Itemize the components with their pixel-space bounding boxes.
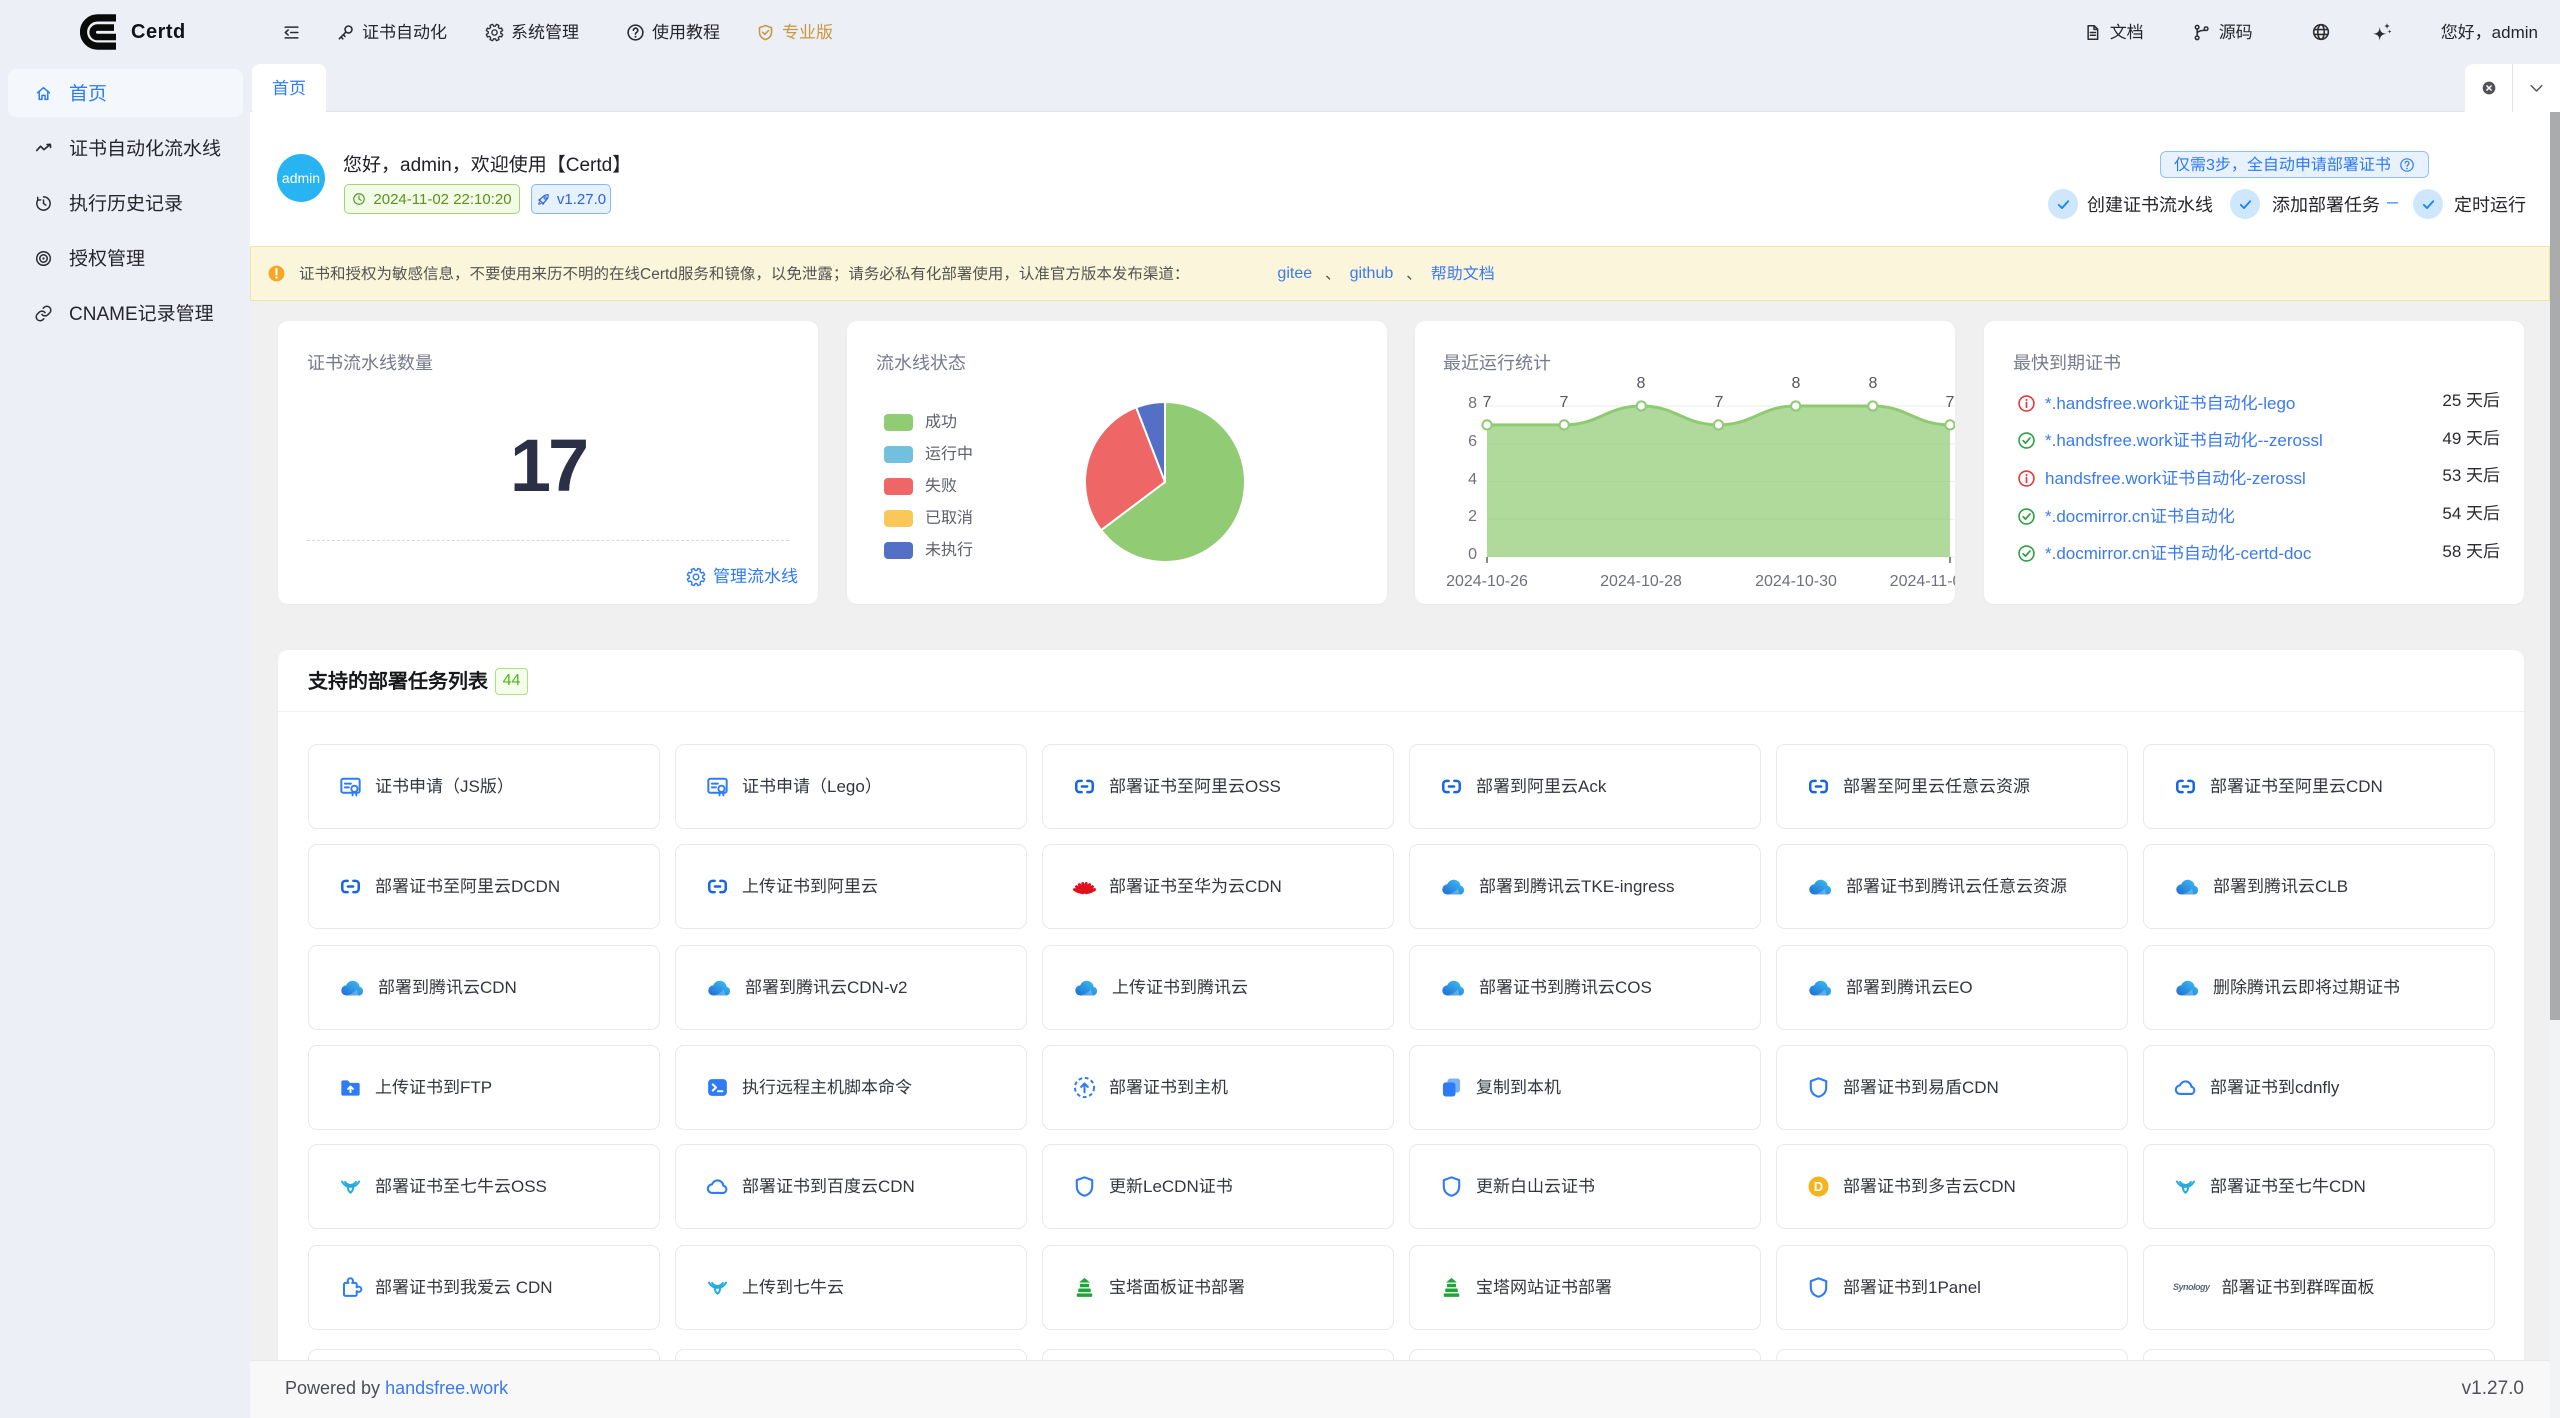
svg-text:D: D (1814, 1179, 1823, 1194)
